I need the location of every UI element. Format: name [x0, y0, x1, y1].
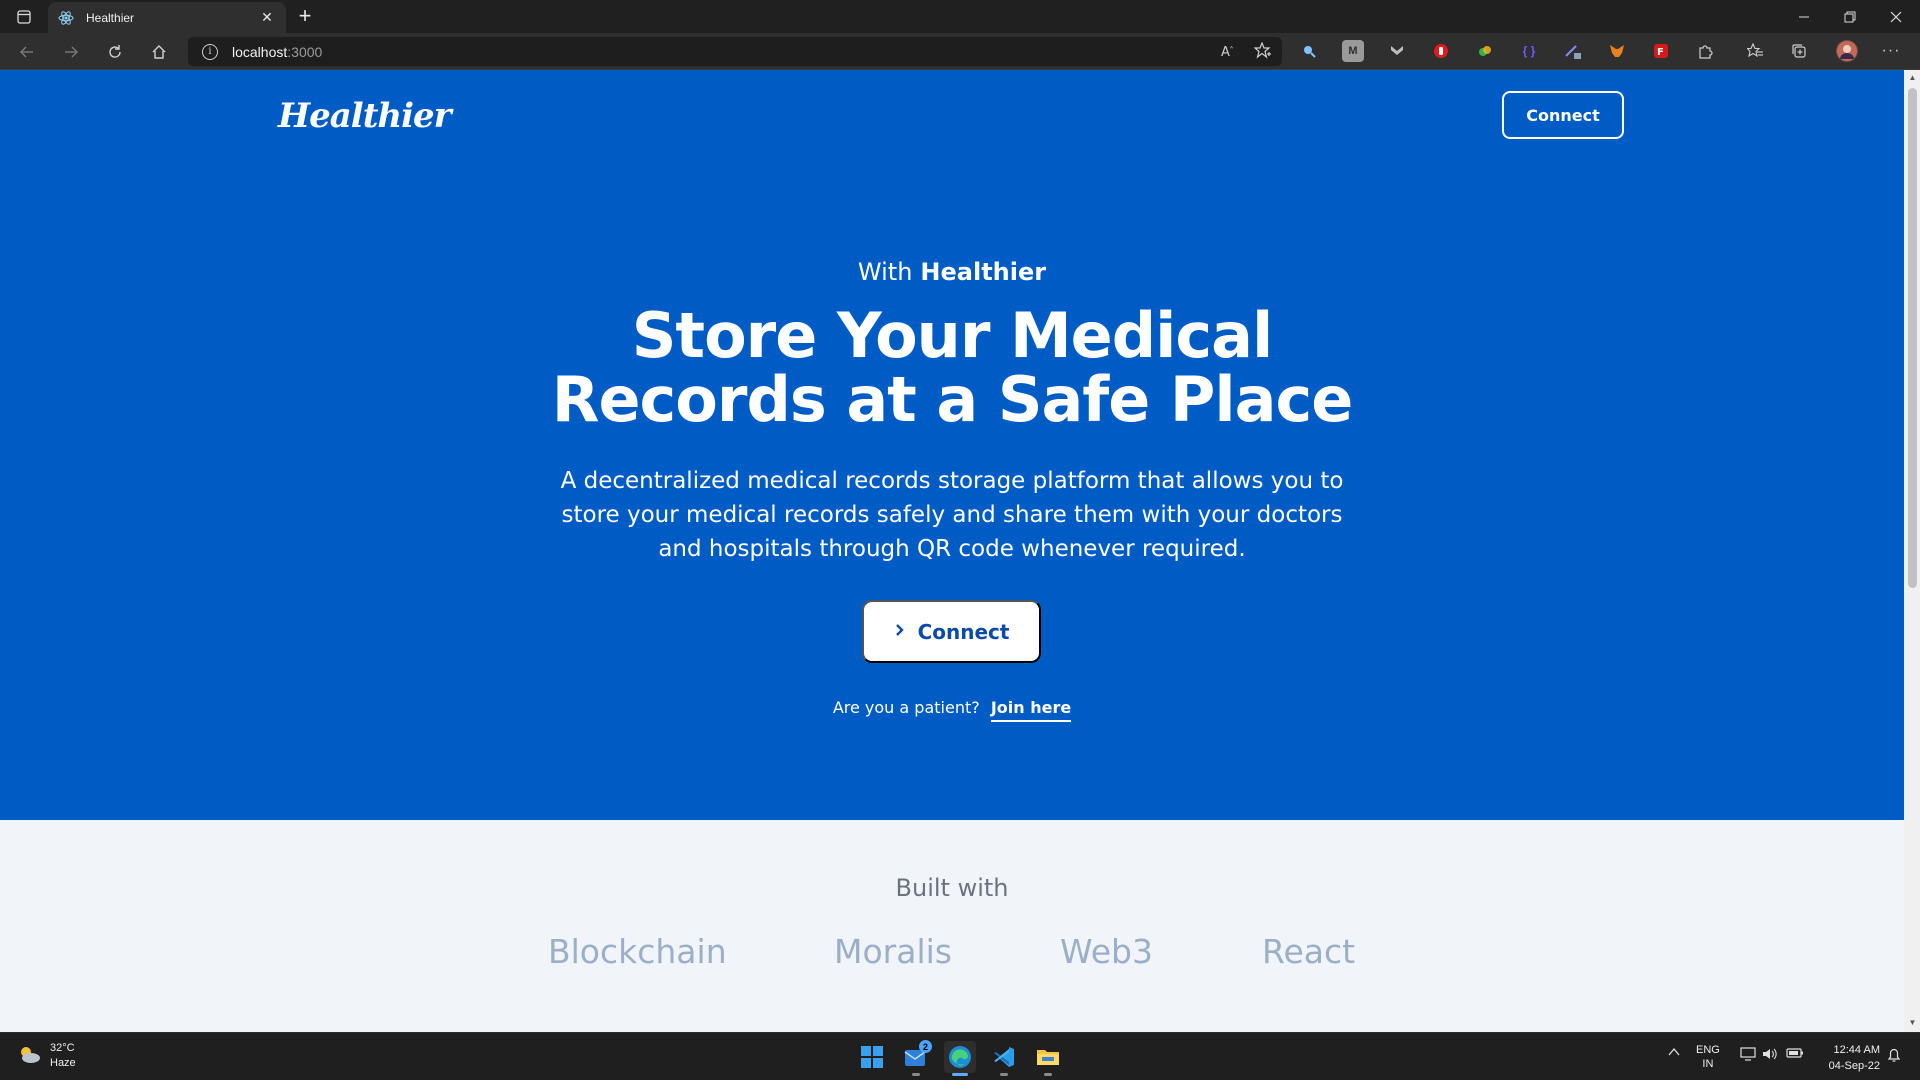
windows-start-icon[interactable]	[856, 1041, 888, 1073]
tech-moralis: Moralis	[834, 932, 952, 971]
built-with-title: Built with	[895, 874, 1009, 902]
lang-line-2: IN	[1702, 1058, 1714, 1070]
add-favorite-icon[interactable]	[1253, 41, 1272, 65]
clock-date: 04-Sep-22	[1828, 1060, 1880, 1072]
windows-taskbar: 32°C Haze 2 ENG IN 12:44 AM 04-Sep-22	[0, 1032, 1920, 1080]
extension-icon-6[interactable]: { }	[1518, 40, 1540, 62]
minimize-button[interactable]	[1782, 0, 1826, 33]
extension-icon-9[interactable]: F	[1650, 40, 1672, 62]
weather-widget[interactable]: 32°C Haze	[16, 1041, 76, 1071]
eyebrow-brand: Healthier	[920, 258, 1047, 286]
adblock-extension-icon[interactable]	[1430, 40, 1452, 62]
collections-icon[interactable]	[1788, 40, 1810, 62]
info-icon[interactable]: i	[202, 43, 218, 60]
chevron-right-icon	[894, 621, 906, 642]
tab-actions-icon[interactable]	[2, 0, 46, 33]
cta-label: Connect	[917, 619, 1010, 644]
react-favicon-icon	[58, 10, 74, 26]
scroll-up-arrow-icon[interactable]: ▲	[1908, 73, 1917, 83]
weather-desc: Haze	[50, 1057, 76, 1069]
mail-badge: 2	[919, 1040, 932, 1053]
refresh-icon[interactable]	[100, 37, 130, 67]
join-here-link[interactable]: Join here	[990, 698, 1072, 722]
browser-tab-bar: Healthier ✕ +	[0, 0, 1920, 33]
bookmark-extension-icon[interactable]	[1386, 40, 1408, 62]
patient-prompt: Are you a patient? Join here	[0, 698, 1904, 722]
extension-icon-2[interactable]: M	[1342, 40, 1364, 62]
close-window-button[interactable]	[1874, 0, 1918, 33]
volume-icon[interactable]	[1762, 1047, 1778, 1065]
hero-section: Healthier Connect With Healthier Store Yo…	[0, 70, 1904, 820]
connect-cta-button[interactable]: Connect	[862, 600, 1041, 663]
svg-text:F: F	[1657, 47, 1664, 58]
patient-question: Are you a patient?	[832, 698, 980, 717]
new-tab-button[interactable]: +	[293, 5, 317, 29]
favorites-icon[interactable]	[1744, 40, 1766, 62]
vscode-icon[interactable]	[988, 1041, 1020, 1076]
svg-text:ᴬ: ᴬ	[1230, 45, 1233, 53]
notification-icon[interactable]	[1886, 1047, 1902, 1067]
more-icon[interactable]: ···	[1880, 40, 1902, 62]
metamask-extension-icon[interactable]	[1606, 40, 1628, 62]
home-icon[interactable]	[144, 37, 174, 67]
browser-toolbar: i localhost:3000 Aᴬ	[0, 33, 1920, 70]
network-icon[interactable]	[1740, 1047, 1756, 1065]
forward-icon[interactable]	[56, 37, 86, 67]
app-running-indicator	[912, 1073, 920, 1076]
file-explorer-icon[interactable]	[1032, 1041, 1064, 1076]
address-bar[interactable]: i localhost:3000 Aᴬ	[188, 37, 1282, 66]
lang-line-1: ENG	[1696, 1044, 1720, 1056]
edge-icon[interactable]	[944, 1041, 976, 1076]
tech-react: React	[1262, 932, 1356, 971]
browser-tab[interactable]: Healthier ✕	[48, 2, 286, 33]
back-icon[interactable]	[12, 37, 42, 67]
scrollbar-thumb[interactable]	[1908, 88, 1917, 588]
weather-text: 32°C Haze	[50, 1041, 76, 1071]
page-scrollbar[interactable]: ▲ ▼	[1904, 70, 1920, 1032]
built-with-section: Built with Blockchain Moralis Web3 React	[0, 820, 1904, 1032]
app-active-indicator	[952, 1073, 968, 1076]
scroll-down-arrow-icon[interactable]: ▼	[1908, 1018, 1917, 1028]
restore-button[interactable]	[1828, 0, 1872, 33]
url-port: :3000	[287, 43, 323, 60]
clock-time: 12:44 AM	[1833, 1044, 1880, 1056]
profile-avatar-icon[interactable]	[1836, 40, 1858, 62]
header-connect-button[interactable]: Connect	[1502, 91, 1624, 139]
headline-line-2: Records at a Safe Place	[551, 363, 1354, 436]
app-running-indicator-3	[1044, 1073, 1052, 1076]
read-aloud-icon[interactable]: Aᴬ	[1220, 42, 1238, 65]
eyebrow: With Healthier	[0, 258, 1904, 286]
extensions-icon[interactable]	[1694, 40, 1716, 62]
tab-close-icon[interactable]: ✕	[258, 9, 276, 27]
extension-icon-7[interactable]	[1562, 40, 1584, 62]
show-hidden-icons-icon[interactable]	[1668, 1047, 1680, 1061]
app-running-indicator-2	[1000, 1073, 1008, 1076]
page-viewport: Healthier Connect With Healthier Store Yo…	[0, 70, 1904, 1032]
weather-haze-icon	[16, 1044, 42, 1069]
hero-headline: Store Your Medical Records at a Safe Pla…	[0, 304, 1904, 432]
eyebrow-prefix: With	[857, 258, 913, 286]
svg-text:A: A	[1221, 45, 1230, 60]
battery-icon[interactable]	[1786, 1047, 1804, 1063]
headline-line-1: Store Your Medical	[631, 299, 1273, 372]
url-host: localhost	[232, 43, 288, 60]
hero-description: A decentralized medical records storage …	[560, 468, 1344, 562]
tab-title: Healthier	[86, 10, 135, 25]
tech-blockchain: Blockchain	[548, 932, 727, 971]
search-extension-icon[interactable]	[1298, 40, 1320, 62]
weather-temp: 32°C	[50, 1042, 75, 1054]
language-indicator[interactable]: ENG IN	[1696, 1043, 1720, 1071]
logo[interactable]: Healthier	[278, 96, 452, 136]
extension-icon-5[interactable]	[1474, 40, 1496, 62]
tech-web3: Web3	[1060, 932, 1153, 971]
mail-app-icon[interactable]: 2	[900, 1040, 932, 1076]
system-clock[interactable]: 12:44 AM 04-Sep-22	[1812, 1042, 1880, 1074]
